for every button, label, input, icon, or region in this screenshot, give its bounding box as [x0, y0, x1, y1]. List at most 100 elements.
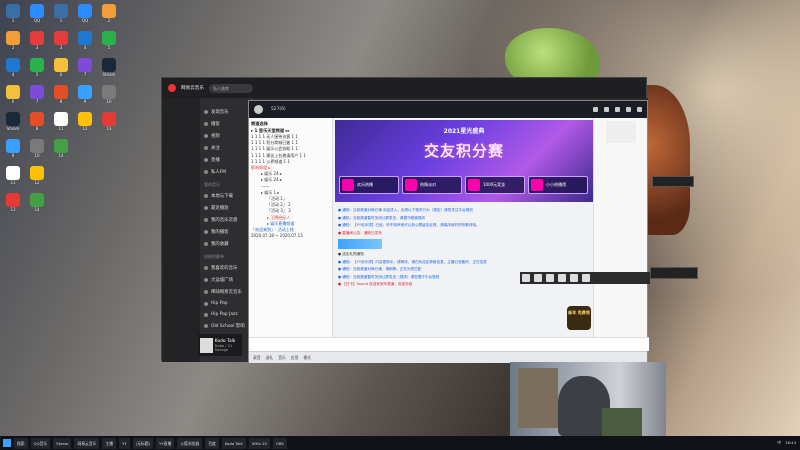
music-search-input[interactable]: 私人曲库	[208, 83, 253, 93]
desktop-icon[interactable]: 2	[2, 31, 24, 61]
desktop-icon[interactable]: 2	[98, 4, 120, 34]
taskbar-item[interactable]: OBS	[272, 437, 287, 449]
home-icon[interactable]	[593, 107, 598, 112]
desktop-icon[interactable]: 1	[50, 4, 72, 34]
desktop-icon[interactable]: Steam	[2, 112, 24, 142]
music-nav-item[interactable]: 播客	[200, 118, 251, 130]
my-music-item[interactable]: 我的音乐云盘	[200, 214, 251, 226]
taskbar-item[interactable]: 网易云音乐	[74, 437, 100, 449]
event-banner[interactable]: 2021星光盛典 交友积分赛 欢乐热播 热情派对 1000元奖金 小小热播馆	[335, 120, 593, 202]
taskbar-item[interactable]: (无标题)	[132, 437, 154, 449]
strip-icon[interactable]	[582, 274, 590, 282]
maximize-icon[interactable]	[626, 107, 631, 112]
desktop-icon[interactable]: 9	[2, 139, 24, 169]
playlist-item[interactable]: Old School 影响	[200, 320, 251, 332]
desktop-icon[interactable]: QQ	[74, 4, 96, 34]
desktop-icon[interactable]: 9	[74, 85, 96, 115]
desktop-icon[interactable]: 4	[74, 31, 96, 61]
desktop-icon[interactable]: QQ	[26, 4, 48, 34]
free-gift-badge[interactable]: 新年 免费领	[567, 306, 591, 330]
menu-icon[interactable]	[604, 107, 609, 112]
music-nav-item[interactable]: 直播	[200, 154, 251, 166]
toolbar-button[interactable]: 录音	[253, 355, 261, 361]
taskbar-item[interactable]: QQ音乐	[30, 437, 51, 449]
music-nav-item[interactable]: 私人FM	[200, 166, 251, 178]
music-nav-item[interactable]: 视频	[200, 130, 251, 142]
playlist-item[interactable]: 我喜欢的音乐	[200, 262, 251, 274]
desktop-icon[interactable]: 11	[2, 166, 24, 196]
strip-icon[interactable]	[522, 274, 530, 282]
desktop-icon[interactable]: 12	[26, 166, 48, 196]
banner-card[interactable]: 热情派对	[402, 176, 462, 194]
desktop-icon[interactable]: 14	[26, 193, 48, 223]
taskbar-item[interactable]: YY直播	[156, 437, 175, 449]
toolbar-button[interactable]: 送礼	[266, 355, 274, 361]
channel-row[interactable]: 2020.07.18 ~ 2020.07.13	[251, 233, 330, 239]
taskbar-item[interactable]: 主播	[102, 437, 117, 449]
desktop-icon[interactable]: 8	[26, 112, 48, 142]
playlist-item[interactable]: 大运城广场	[200, 274, 251, 286]
album-art[interactable]	[200, 337, 213, 353]
taskbar-item[interactable]: VMix 20	[248, 437, 270, 449]
desktop-icon[interactable]: 5	[26, 58, 48, 88]
desktop-icon[interactable]: 5	[98, 31, 120, 61]
desktop-icon[interactable]: 8	[50, 85, 72, 115]
desktop-icon[interactable]: 10	[98, 85, 120, 115]
music-nav-item[interactable]: 关注	[200, 142, 251, 154]
taskbar-item[interactable]: 百度	[205, 437, 219, 449]
minimize-icon[interactable]	[615, 107, 620, 112]
desktop-icon-label: 4	[11, 72, 15, 77]
desktop-icon[interactable]: 13	[2, 193, 24, 223]
tray-item[interactable]: 16:44	[785, 440, 796, 446]
banner-card[interactable]: 小小热播馆	[528, 176, 588, 194]
desktop-icon[interactable]: 14	[50, 139, 72, 169]
windows-start-icon[interactable]	[3, 439, 11, 447]
music-nav-item[interactable]: 发现音乐	[200, 106, 251, 118]
music-left-panel	[162, 98, 200, 362]
my-music-item[interactable]: 我的播客	[200, 226, 251, 238]
taskbar-item[interactable]: 火狐浏览器	[177, 437, 203, 449]
small-overlay-window[interactable]	[652, 176, 694, 187]
banner-card[interactable]: 1000元奖金	[465, 176, 525, 194]
desktop-icon[interactable]: 4	[2, 58, 24, 88]
taskbar-item[interactable]: 搜索	[14, 437, 28, 449]
close-icon[interactable]	[637, 107, 642, 112]
banner-card[interactable]: 欢乐热播	[339, 176, 399, 194]
strip-icon[interactable]	[546, 274, 554, 282]
taskbar-item[interactable]: YY	[119, 437, 130, 449]
toolbar-button[interactable]: 模式	[303, 355, 311, 361]
chat-input[interactable]	[249, 337, 649, 351]
desktop-icon[interactable]: 11	[50, 112, 72, 142]
desktop-icon[interactable]: 12	[74, 112, 96, 142]
toolbar-button[interactable]: 应用	[291, 355, 299, 361]
tray-item[interactable]: 中	[777, 440, 781, 446]
desktop-icon[interactable]: Steam	[98, 58, 120, 88]
my-music-item[interactable]: 本地与下载	[200, 190, 251, 202]
strip-icon[interactable]	[558, 274, 566, 282]
channel-avatar[interactable]	[254, 105, 263, 114]
taskbar-item[interactable]: Steam	[53, 437, 72, 449]
my-music-item[interactable]: 最近播放	[200, 202, 251, 214]
yy-window[interactable]: 527(6) 频道选择 ▸ 1 音乐天堂频道 ▸▸ 1 1 1 1 无人接待访客 …	[248, 100, 649, 363]
playlist-item[interactable]: Hip Pop	[200, 298, 251, 309]
desktop-icon[interactable]: 3	[50, 31, 72, 61]
playlist-item[interactable]: 稀缺网易云音乐	[200, 286, 251, 298]
now-playing-bar[interactable]: Kodo Talk Dabo / 21 Savage	[198, 334, 242, 356]
playlist-item[interactable]: Hip Pop Jazz	[200, 309, 251, 320]
desktop-icon[interactable]: 6	[2, 85, 24, 115]
strip-icon[interactable]	[534, 274, 542, 282]
taskbar-item[interactable]: Kodo Talk	[221, 437, 246, 449]
desktop-icon[interactable]: 6	[50, 58, 72, 88]
desktop-icon[interactable]: 7	[26, 85, 48, 115]
strip-icon[interactable]	[570, 274, 578, 282]
small-overlay-window-2[interactable]	[650, 267, 698, 279]
host-thumbnail[interactable]	[605, 121, 636, 143]
channel-row[interactable]: ▸ 1 音乐天堂频道 ▸▸	[251, 127, 330, 134]
toolbar-button[interactable]: 音乐	[278, 355, 286, 361]
desktop-icon[interactable]: 1	[2, 4, 24, 34]
my-music-item[interactable]: 我的收藏	[200, 238, 251, 250]
desktop-icon[interactable]: 10	[26, 139, 48, 169]
desktop-icon[interactable]: 13	[98, 112, 120, 142]
desktop-icon[interactable]: 3	[26, 31, 48, 61]
desktop-icon[interactable]: 7	[74, 58, 96, 88]
